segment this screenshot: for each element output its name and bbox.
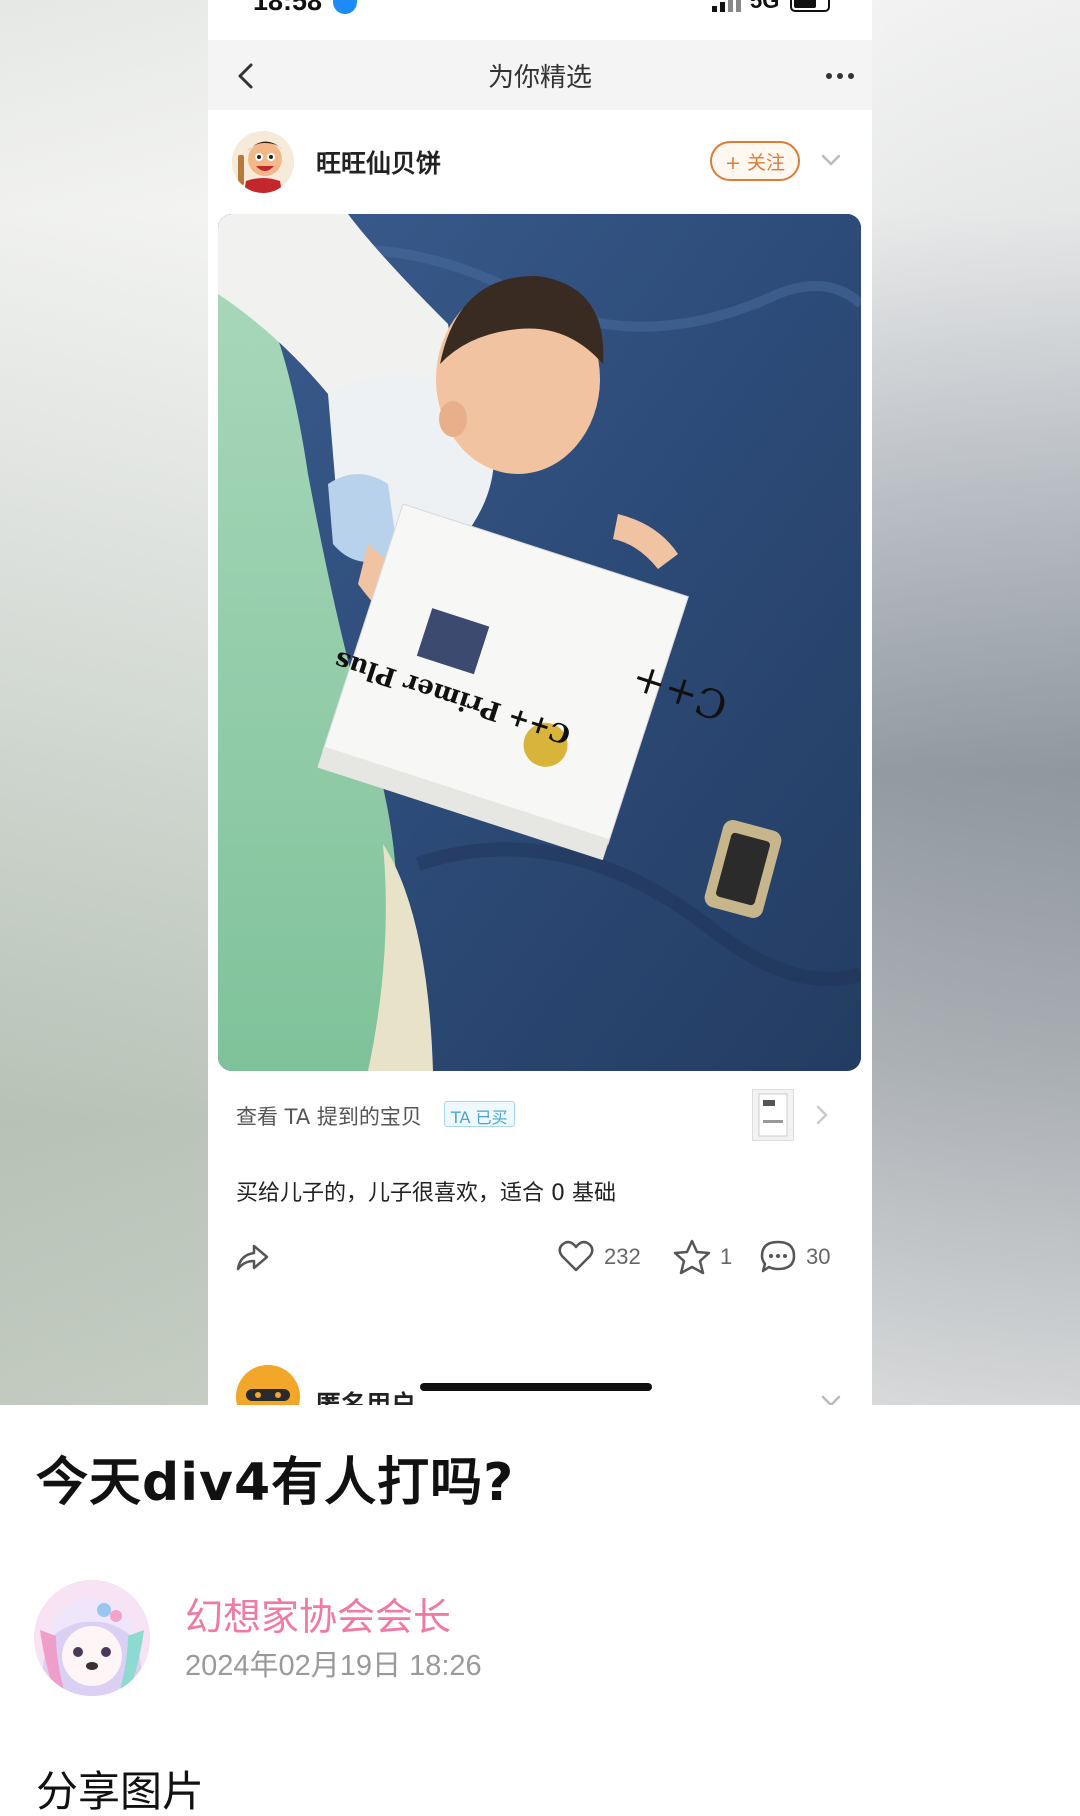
post-title: 今天div4有人打吗? (36, 1453, 515, 1513)
status-time: 18:58 (253, 0, 323, 16)
favorite-count: 1 (720, 1244, 733, 1269)
author-name[interactable]: 旺旺仙贝饼 (316, 144, 441, 180)
comment-icon (760, 1240, 796, 1273)
favorite-button[interactable]: 1 (672, 1232, 732, 1282)
item-thumbnail[interactable] (752, 1089, 794, 1141)
shared-screenshot[interactable]: 18:58 5G 为你精选 旺旺仙贝饼 + 关注 C++ C++ Primer … (0, 0, 1080, 1405)
status-bar: 18:58 5G (208, 0, 872, 20)
mascot-avatar-icon (232, 131, 294, 193)
post-action-row: 232 1 30 (208, 1232, 872, 1282)
book-thumbnail-icon (758, 1093, 788, 1137)
battery-icon (790, 0, 830, 12)
phone-screen: 18:58 5G 为你精选 旺旺仙贝饼 + 关注 C++ C++ Primer … (208, 0, 872, 1405)
blurred-background-right (870, 0, 1080, 1405)
chevron-right-icon[interactable] (812, 1103, 832, 1127)
comment-button[interactable]: 30 (758, 1232, 830, 1282)
mentioned-items-label: 查看 TA 提到的宝贝 (236, 1105, 422, 1129)
like-count: 232 (604, 1244, 641, 1269)
nav-title: 为你精选 (487, 63, 592, 93)
chevron-down-icon[interactable] (818, 147, 844, 173)
home-indicator (420, 1383, 652, 1391)
author-avatar[interactable] (232, 131, 294, 193)
next-post-author[interactable]: 匿名用户 (316, 1385, 416, 1405)
purchased-badge: TA 已买 (444, 1101, 515, 1127)
star-icon (673, 1239, 711, 1275)
post-body: 分享图片 (36, 1767, 205, 1816)
next-post-avatar[interactable] (236, 1365, 300, 1405)
baby-reading-book-image: C++ C++ Primer Plus (218, 214, 861, 1071)
comment-count: 30 (806, 1244, 831, 1269)
top-nav-bar: 为你精选 (208, 40, 872, 110)
more-options-icon[interactable] (820, 56, 860, 96)
op-avatar[interactable] (34, 1580, 150, 1696)
follow-button[interactable]: + 关注 (710, 141, 800, 181)
anime-girl-avatar-icon (34, 1580, 150, 1696)
share-icon (236, 1244, 269, 1271)
location-arrow-icon (333, 0, 357, 14)
chevron-down-icon[interactable] (818, 1388, 844, 1405)
like-button[interactable]: 232 (556, 1232, 641, 1282)
share-button[interactable] (232, 1232, 272, 1282)
post-photo[interactable]: C++ C++ Primer Plus (218, 214, 861, 1071)
heart-icon (558, 1240, 594, 1272)
blurred-background-left (0, 0, 210, 1405)
network-type: 5G (750, 0, 780, 13)
op-username[interactable]: 幻想家协会会长 (185, 1586, 451, 1641)
post-author-row: 旺旺仙贝饼 + 关注 (208, 125, 872, 205)
mentioned-items-row[interactable]: 查看 TA 提到的宝贝 TA 已买 (208, 1085, 872, 1145)
anonymous-avatar-icon (236, 1365, 300, 1405)
post-caption: 买给儿子的，儿子很喜欢，适合 0 基础 (236, 1181, 616, 1206)
signal-icon (712, 0, 741, 12)
post-timestamp: 2024年02月19日 18:26 (185, 1650, 482, 1682)
